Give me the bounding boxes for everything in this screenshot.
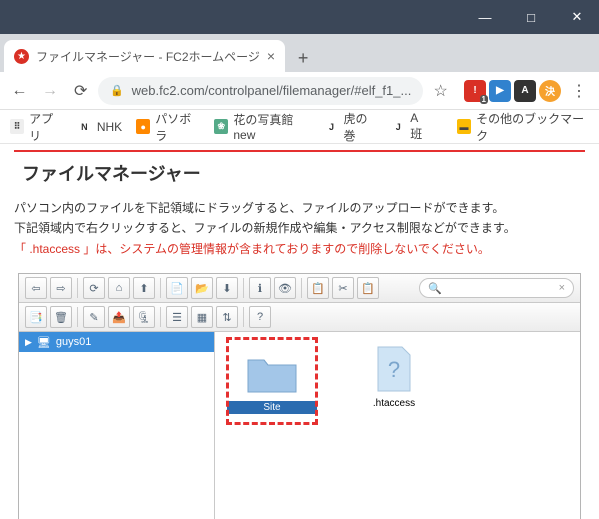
fm-sort-button[interactable]: ⇅	[216, 306, 238, 328]
fm-help-button[interactable]: ?	[249, 306, 271, 328]
bookmark-pasobora[interactable]: ●パソボラ	[136, 110, 200, 144]
bookmark-star-icon[interactable]: ☆	[427, 76, 454, 106]
chevron-right-icon: ▶	[25, 337, 32, 348]
fm-listview-button[interactable]: ☰	[166, 306, 188, 328]
bookmark-nhk[interactable]: NNHK	[77, 119, 122, 134]
profile-avatar-icon[interactable]: 決	[539, 80, 561, 102]
bookmark-icon: ●	[136, 119, 150, 134]
fm-newfile-button[interactable]: 📄	[166, 277, 188, 299]
forward-button[interactable]: →	[37, 76, 64, 106]
warning-text: 「 .htaccess 」は、システムの管理情報が含まれておりますので削除しない…	[14, 239, 585, 259]
fm-home-button[interactable]: ⌂	[108, 277, 130, 299]
bookmark-icon: J	[391, 119, 405, 134]
fm-panes: ▶ 🖥 guys01 Site ? .htaccess	[19, 332, 580, 519]
window-minimize[interactable]: —	[471, 10, 499, 25]
fm-gridview-button[interactable]: ▦	[191, 306, 213, 328]
extension-2-icon[interactable]: ▶	[489, 80, 511, 102]
fm-extract-button[interactable]: 📤	[108, 306, 130, 328]
unknown-file-icon: ?	[365, 344, 423, 394]
fm-copy-button[interactable]: 📋	[307, 277, 329, 299]
browser-toolbar: ← → ⟳ 🔒 web.fc2.com/controlpanel/fileman…	[0, 72, 599, 110]
browser-menu-icon[interactable]: ⋮	[565, 81, 593, 101]
extensions: ! ▶ A 決	[458, 80, 561, 102]
fm-download-button[interactable]: ⬇	[216, 277, 238, 299]
browser-tabbar: ★ ファイルマネージャー - FC2ホームページ × +	[0, 34, 599, 72]
fm-preview-button[interactable]: 👁	[274, 277, 296, 299]
bookmark-icon: N	[77, 119, 92, 134]
fm-search-input[interactable]: 🔍 ×	[419, 278, 574, 298]
fm-tree-panel[interactable]: ▶ 🖥 guys01	[19, 332, 215, 519]
other-bookmarks[interactable]: ▬その他のブックマーク	[457, 110, 589, 144]
url-text: web.fc2.com/controlpanel/filemanager/#el…	[132, 83, 412, 98]
bookmarks-bar: ⠿アプリ NNHK ●パソボラ ❀花の写真館new J虎の巻 JA班 ▬その他の…	[0, 110, 599, 144]
fm-edit-button[interactable]: ✎	[83, 306, 105, 328]
search-icon: 🔍	[428, 282, 442, 295]
window-titlebar: — □ ✕	[0, 0, 599, 34]
extension-3-icon[interactable]: A	[514, 80, 536, 102]
browser-tab[interactable]: ★ ファイルマネージャー - FC2ホームページ ×	[4, 40, 285, 72]
page-title: ファイルマネージャー	[0, 152, 599, 198]
tab-favicon-icon: ★	[14, 49, 29, 64]
apps-icon: ⠿	[10, 119, 24, 134]
fm-info-button[interactable]: ℹ	[249, 277, 271, 299]
drive-icon: 🖥	[37, 336, 51, 349]
fm-delete-button[interactable]: 🗑	[50, 306, 72, 328]
svg-text:?: ?	[388, 357, 400, 382]
address-bar[interactable]: 🔒 web.fc2.com/controlpanel/filemanager/#…	[98, 77, 423, 105]
toolbar-secondary: 📑 🗑 ✎ 📤 🗜 ☰ ▦ ⇅ ?	[19, 303, 580, 332]
file-label: .htaccess	[367, 397, 421, 410]
tab-close-icon[interactable]: ×	[267, 48, 275, 64]
tab-title: ファイルマネージャー - FC2ホームページ	[36, 48, 260, 65]
file-item-site[interactable]: Site	[233, 344, 311, 418]
reload-button[interactable]: ⟳	[67, 76, 94, 106]
new-tab-button[interactable]: +	[289, 44, 317, 72]
window-close[interactable]: ✕	[563, 9, 591, 25]
fm-back-button[interactable]: ⇦	[25, 277, 47, 299]
bookmark-tora[interactable]: J虎の巻	[324, 110, 377, 144]
lock-icon: 🔒	[110, 84, 124, 97]
fm-forward-button[interactable]: ⇨	[50, 277, 72, 299]
toolbar-primary: ⇦ ⇨ ⟳ ⌂ ⬆ 📄 📂 ⬇ ℹ 👁 📋 ✂ 📋 🔍 ×	[19, 274, 580, 303]
file-item-htaccess[interactable]: ? .htaccess	[355, 344, 433, 410]
window-maximize[interactable]: □	[517, 10, 545, 25]
back-button[interactable]: ←	[6, 76, 33, 106]
search-clear-icon[interactable]: ×	[559, 282, 565, 294]
extension-adblock-icon[interactable]: !	[464, 80, 486, 102]
tree-item-guys01[interactable]: ▶ 🖥 guys01	[19, 332, 214, 352]
file-label: Site	[227, 401, 317, 414]
bookmark-icon: ❀	[214, 119, 228, 134]
fm-paste-button[interactable]: 📋	[357, 277, 379, 299]
fm-reload-button[interactable]: ⟳	[83, 277, 105, 299]
bookmark-icon: J	[324, 119, 338, 134]
bookmark-apps[interactable]: ⠿アプリ	[10, 110, 63, 144]
file-manager: ⇦ ⇨ ⟳ ⌂ ⬆ 📄 📂 ⬇ ℹ 👁 📋 ✂ 📋 🔍 × 📑	[18, 273, 581, 519]
bookmark-ahan[interactable]: JA班	[391, 111, 429, 142]
fm-archive-button[interactable]: 🗜	[133, 306, 155, 328]
page-description: パソコン内のファイルを下記領域にドラッグすると、ファイルのアップロードができます…	[0, 198, 599, 259]
page-content: ファイルマネージャー パソコン内のファイルを下記領域にドラッグすると、ファイルの…	[0, 144, 599, 519]
folder-icon: ▬	[457, 119, 471, 134]
fm-open-button[interactable]: 📂	[191, 277, 213, 299]
folder-icon	[243, 348, 301, 398]
fm-files-panel[interactable]: Site ? .htaccess	[215, 332, 580, 519]
fm-up-button[interactable]: ⬆	[133, 277, 155, 299]
bookmark-hananew[interactable]: ❀花の写真館new	[214, 111, 310, 142]
fm-cut-button[interactable]: ✂	[332, 277, 354, 299]
fm-duplicate-button[interactable]: 📑	[25, 306, 47, 328]
